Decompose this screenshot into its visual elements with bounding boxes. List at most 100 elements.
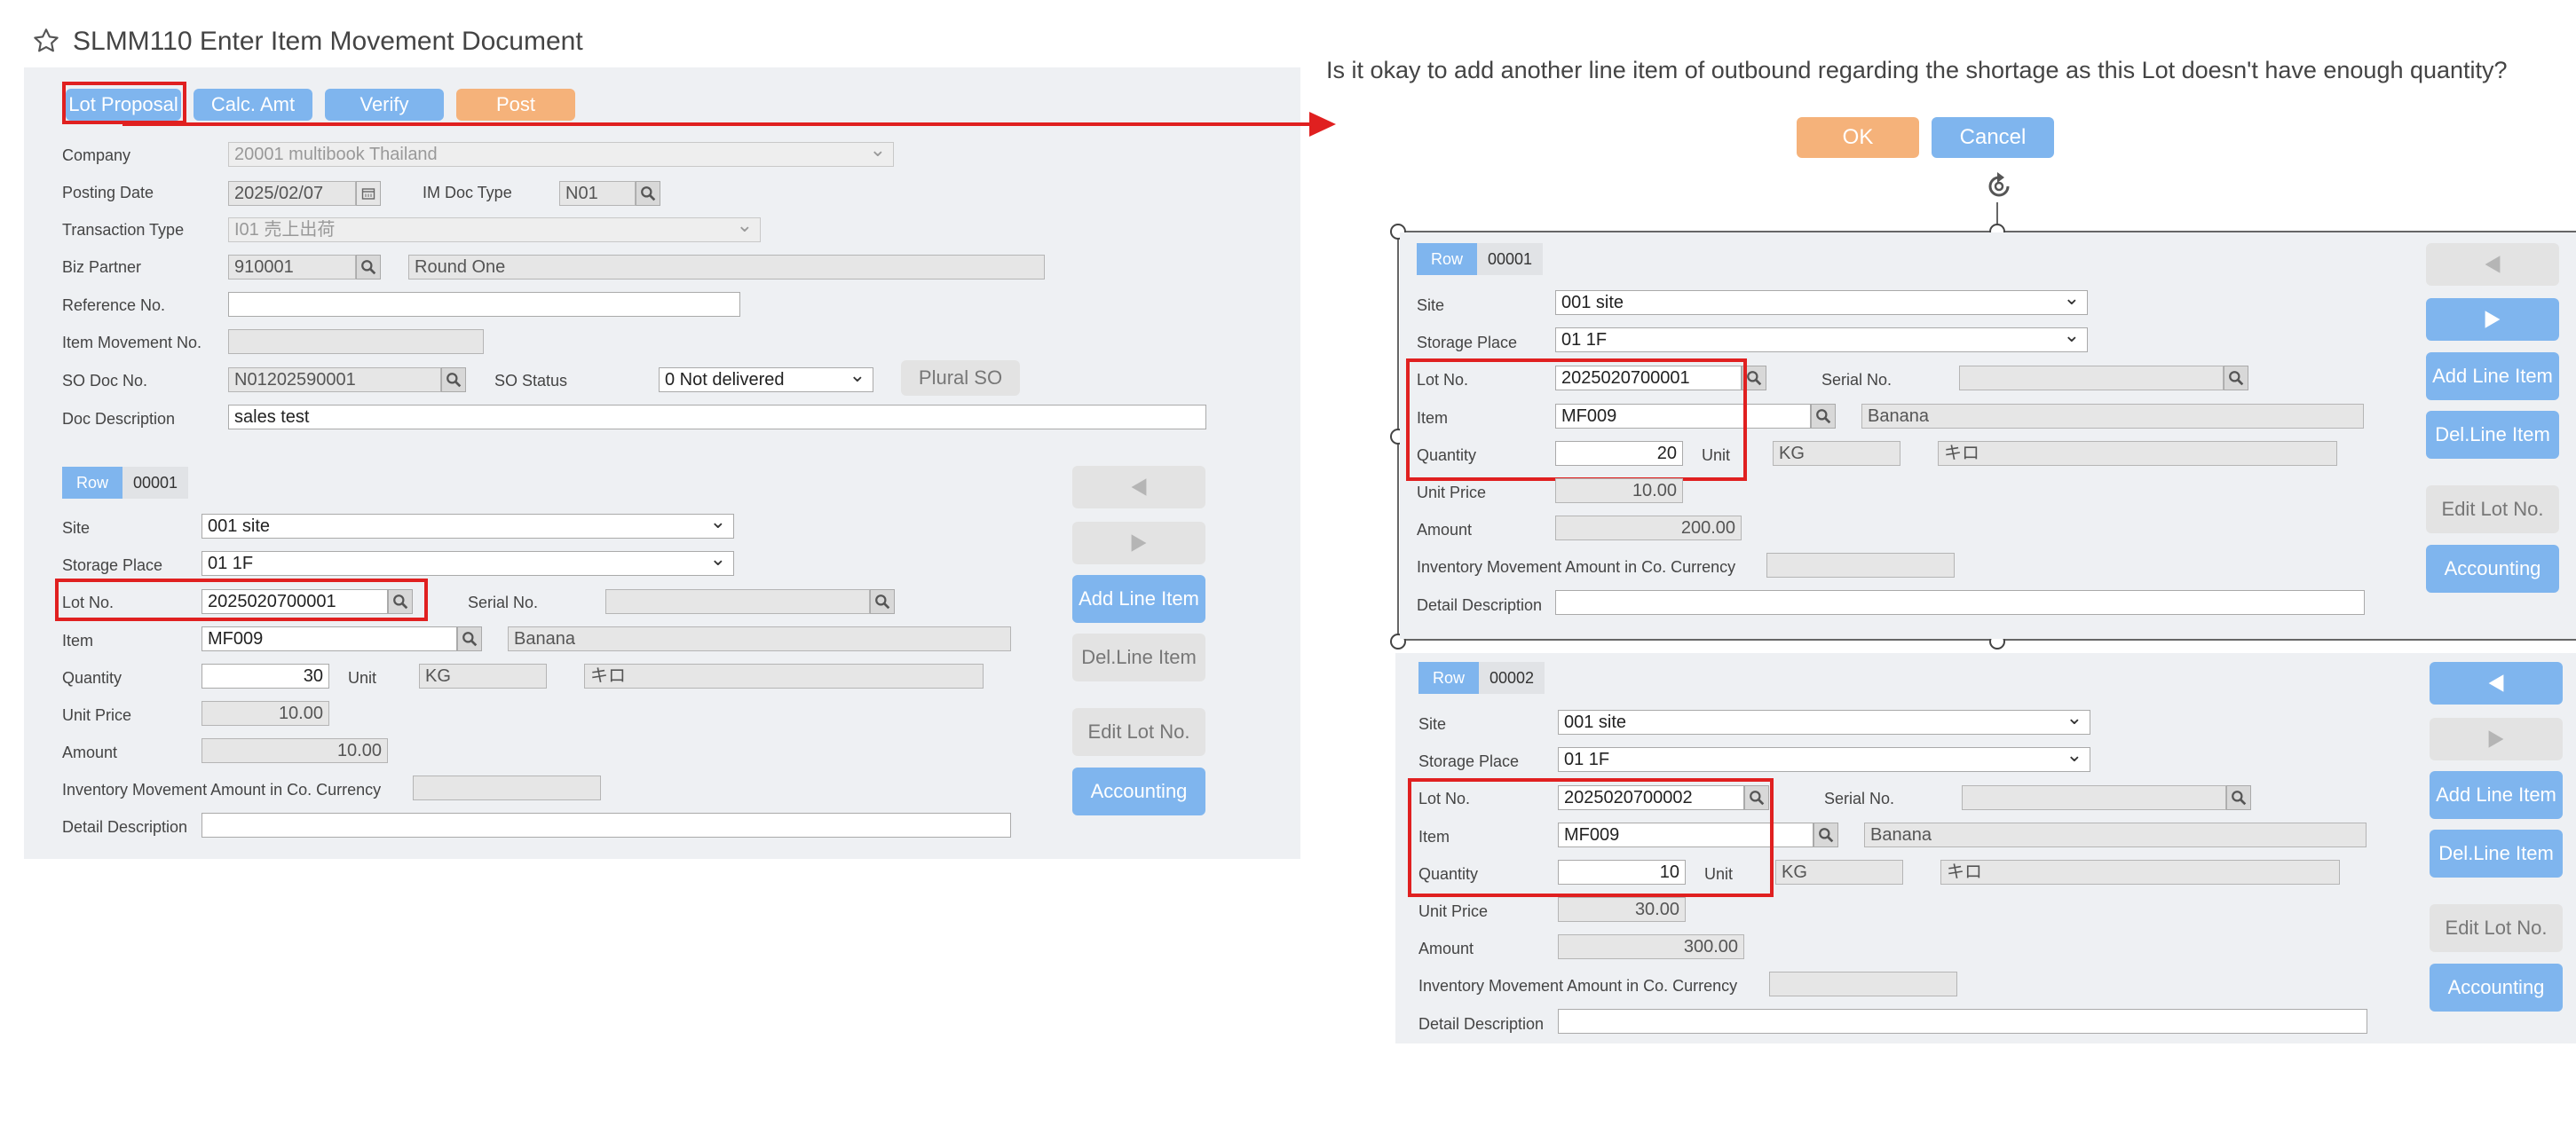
- row-tab-2[interactable]: Row 00002: [1418, 662, 1545, 694]
- add-line-item-button[interactable]: Add Line Item: [2426, 352, 2559, 400]
- site-select[interactable]: 001 site: [1555, 290, 2088, 315]
- add-line-item-button[interactable]: Add Line Item: [2430, 771, 2563, 819]
- unit-price-field: 10.00: [201, 701, 329, 726]
- storage-place-select[interactable]: 01 1F: [1555, 327, 2088, 352]
- annotation-line1-box: [1406, 358, 1747, 481]
- unit-price-field: 30.00: [1558, 897, 1686, 922]
- so-doc-no-input[interactable]: N01202590001: [228, 367, 441, 392]
- amount-label: Amount: [62, 744, 118, 761]
- dialog-cancel-button[interactable]: Cancel: [1932, 117, 2054, 158]
- serial-no-label: Serial No.: [1824, 790, 1895, 807]
- storage-place-select[interactable]: 01 1F: [201, 551, 734, 576]
- unit-name-field: キロ: [584, 664, 984, 689]
- im-doc-type-label: IM Doc Type: [423, 184, 512, 201]
- prev-row-button[interactable]: [2430, 662, 2563, 705]
- biz-partner-name-field: Round One: [408, 255, 1045, 280]
- arrow-left-icon: [1131, 478, 1147, 496]
- detail-description-label: Detail Description: [1417, 596, 1543, 614]
- annotation-line2-box: [1408, 778, 1774, 897]
- so-status-select[interactable]: 0 Not delivered: [659, 367, 873, 392]
- unit-code-field: KG: [419, 664, 547, 689]
- next-row-button[interactable]: [2426, 298, 2559, 341]
- storage-place-label: Storage Place: [1417, 334, 1518, 351]
- serial-no-label: Serial No.: [1821, 371, 1892, 389]
- arrow-left-icon: [2488, 674, 2504, 692]
- rotate-handle-icon[interactable]: [1981, 169, 2017, 204]
- doc-description-input[interactable]: sales test: [228, 405, 1206, 429]
- accounting-button[interactable]: Accounting: [1072, 768, 1205, 815]
- item-movement-no-field: [228, 329, 484, 354]
- item-code-input[interactable]: MF009: [201, 626, 457, 651]
- unit-price-label: Unit Price: [1418, 902, 1489, 920]
- arrow-right-icon: [2485, 311, 2501, 328]
- reference-no-input[interactable]: [228, 292, 740, 317]
- serial-no-search-icon[interactable]: [2226, 785, 2251, 810]
- item-search-icon[interactable]: [457, 626, 482, 651]
- accounting-button[interactable]: Accounting: [2430, 964, 2563, 1012]
- site-select[interactable]: 001 site: [1558, 710, 2090, 735]
- site-label: Site: [1418, 715, 1447, 733]
- serial-no-search-icon[interactable]: [2224, 366, 2248, 390]
- reference-no-label: Reference No.: [62, 296, 166, 314]
- dialog-ok-button[interactable]: OK: [1797, 117, 1919, 158]
- detail-description-input[interactable]: [1555, 590, 2365, 615]
- unit-name-field: キロ: [1938, 441, 2337, 466]
- storage-place-select[interactable]: 01 1F: [1558, 747, 2090, 772]
- item-search-icon[interactable]: [1813, 823, 1838, 847]
- so-doc-no-search-icon[interactable]: [441, 367, 466, 392]
- im-doc-type-input[interactable]: N01: [559, 181, 636, 206]
- serial-no-input[interactable]: [605, 589, 870, 614]
- row-tab-label: Row: [1418, 662, 1480, 694]
- inv-amount-label: Inventory Movement Amount in Co. Currenc…: [1417, 558, 1736, 576]
- amount-label: Amount: [1417, 521, 1473, 539]
- transaction-type-select[interactable]: I01 売上出荷: [228, 217, 761, 242]
- del-line-item-button[interactable]: Del.Line Item: [1072, 634, 1205, 681]
- serial-no-search-icon[interactable]: [870, 589, 895, 614]
- posting-date-input[interactable]: 2025/02/07: [228, 181, 356, 206]
- arrow-right-icon: [2488, 730, 2504, 748]
- im-doc-type-search-icon[interactable]: [636, 181, 660, 206]
- accounting-button[interactable]: Accounting: [2426, 545, 2559, 593]
- edit-lot-no-button[interactable]: Edit Lot No.: [1072, 708, 1205, 756]
- company-label: Company: [62, 146, 131, 164]
- prev-row-button[interactable]: [2426, 243, 2559, 286]
- biz-partner-code-input[interactable]: 910001: [228, 255, 356, 280]
- edit-lot-no-button[interactable]: Edit Lot No.: [2426, 485, 2559, 533]
- next-row-button[interactable]: [1072, 522, 1205, 564]
- serial-no-input[interactable]: [1959, 366, 2224, 390]
- biz-partner-search-icon[interactable]: [356, 255, 381, 280]
- unit-price-label: Unit Price: [1417, 484, 1487, 501]
- so-status-label: SO Status: [494, 372, 568, 390]
- edit-lot-no-button[interactable]: Edit Lot No.: [2430, 904, 2563, 952]
- detail-description-input[interactable]: [201, 813, 1011, 838]
- next-row-button[interactable]: [2430, 718, 2563, 760]
- arrow-left-icon: [2485, 256, 2501, 273]
- amount-field: 10.00: [201, 738, 388, 763]
- site-select[interactable]: 001 site: [201, 514, 734, 539]
- biz-partner-label: Biz Partner: [62, 258, 142, 276]
- item-search-icon[interactable]: [1811, 404, 1836, 429]
- plural-so-button[interactable]: Plural SO: [901, 360, 1020, 396]
- item-name-field: Banana: [1861, 404, 2364, 429]
- annotation-lot-no-box: [55, 579, 428, 621]
- row-tab-1[interactable]: Row 00001: [1417, 243, 1544, 275]
- amount-label: Amount: [1418, 940, 1474, 957]
- add-line-item-button[interactable]: Add Line Item: [1072, 575, 1205, 623]
- doc-description-label: Doc Description: [62, 410, 176, 428]
- confirm-dialog-message: Is it okay to add another line item of o…: [1326, 57, 2508, 83]
- inv-amount-field: [1769, 972, 1957, 996]
- prev-row-button[interactable]: [1072, 466, 1205, 508]
- del-line-item-button[interactable]: Del.Line Item: [2426, 411, 2559, 459]
- row-number: 00002: [1479, 662, 1545, 694]
- row-tab[interactable]: Row 00001: [62, 467, 189, 499]
- row-tab-label: Row: [1417, 243, 1478, 275]
- del-line-item-button[interactable]: Del.Line Item: [2430, 830, 2563, 878]
- unit-name-field: キロ: [1940, 860, 2340, 885]
- so-doc-no-label: SO Doc No.: [62, 372, 148, 390]
- serial-no-input[interactable]: [1962, 785, 2226, 810]
- calendar-icon[interactable]: [356, 181, 381, 206]
- unit-price-field: 10.00: [1555, 478, 1683, 503]
- quantity-input[interactable]: 30: [201, 664, 329, 689]
- company-select[interactable]: 20001 multibook Thailand: [228, 142, 894, 167]
- detail-description-input[interactable]: [1558, 1009, 2367, 1034]
